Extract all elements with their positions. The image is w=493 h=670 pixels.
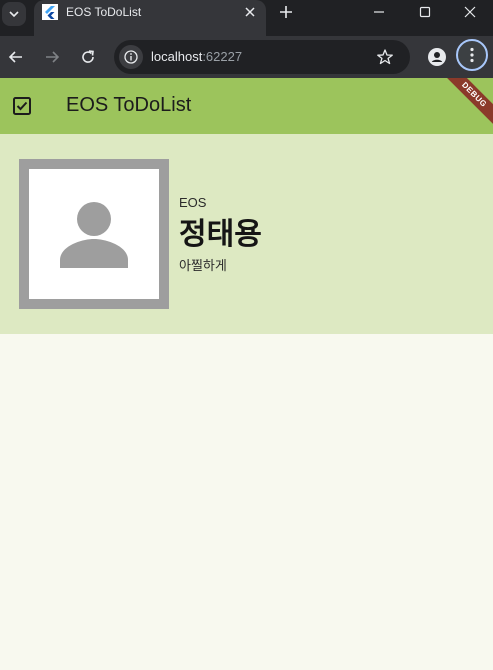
reload-button[interactable] xyxy=(74,43,102,71)
site-info-button[interactable] xyxy=(119,45,143,69)
address-bar[interactable]: localhost:62227 xyxy=(114,40,410,74)
debug-banner: DEBUG xyxy=(437,78,493,132)
close-icon[interactable] xyxy=(242,4,258,20)
arrow-right-icon xyxy=(46,51,60,63)
profile-organization: EOS xyxy=(179,195,207,210)
tab-title: EOS ToDoList xyxy=(66,5,142,19)
page-title: EOS ToDoList xyxy=(66,94,192,116)
avatar xyxy=(19,159,169,309)
avatar-image xyxy=(29,169,159,299)
profile-name: 정태용 xyxy=(179,217,262,252)
more-vert-icon xyxy=(470,47,474,63)
back-button[interactable] xyxy=(2,43,30,71)
maximize-button[interactable] xyxy=(402,0,448,24)
content-area xyxy=(0,334,493,670)
url-text[interactable]: localhost:62227 xyxy=(151,49,242,65)
app-bar: EOS ToDoList DEBUG xyxy=(0,78,493,134)
browser-toolbar: localhost:62227 xyxy=(0,36,493,78)
profile-motto: 아찔하게 xyxy=(179,259,227,274)
minimize-icon xyxy=(374,11,384,13)
maximize-icon xyxy=(419,6,431,18)
reload-icon xyxy=(82,50,94,63)
flutter-icon xyxy=(42,4,58,20)
minimize-button[interactable] xyxy=(356,0,402,24)
browser-tab[interactable]: EOS ToDoList xyxy=(34,0,266,36)
arrow-left-icon xyxy=(8,51,22,63)
tab-search-button[interactable] xyxy=(2,2,26,26)
browser-tabstrip: EOS ToDoList xyxy=(0,0,493,36)
profile-card: EOS 정태용 아찔하게 xyxy=(0,134,493,334)
browser-menu-button[interactable] xyxy=(456,39,488,71)
chevron-down-icon xyxy=(9,11,19,18)
info-icon xyxy=(124,50,138,64)
plus-icon[interactable] xyxy=(276,2,296,22)
close-icon xyxy=(464,6,476,18)
checkbox-icon xyxy=(13,97,31,115)
forward-button[interactable] xyxy=(38,43,66,71)
person-icon xyxy=(60,202,128,268)
close-window-button[interactable] xyxy=(447,0,493,24)
star-icon[interactable] xyxy=(376,48,394,66)
person-icon xyxy=(428,48,446,66)
profile-button[interactable] xyxy=(423,43,451,71)
